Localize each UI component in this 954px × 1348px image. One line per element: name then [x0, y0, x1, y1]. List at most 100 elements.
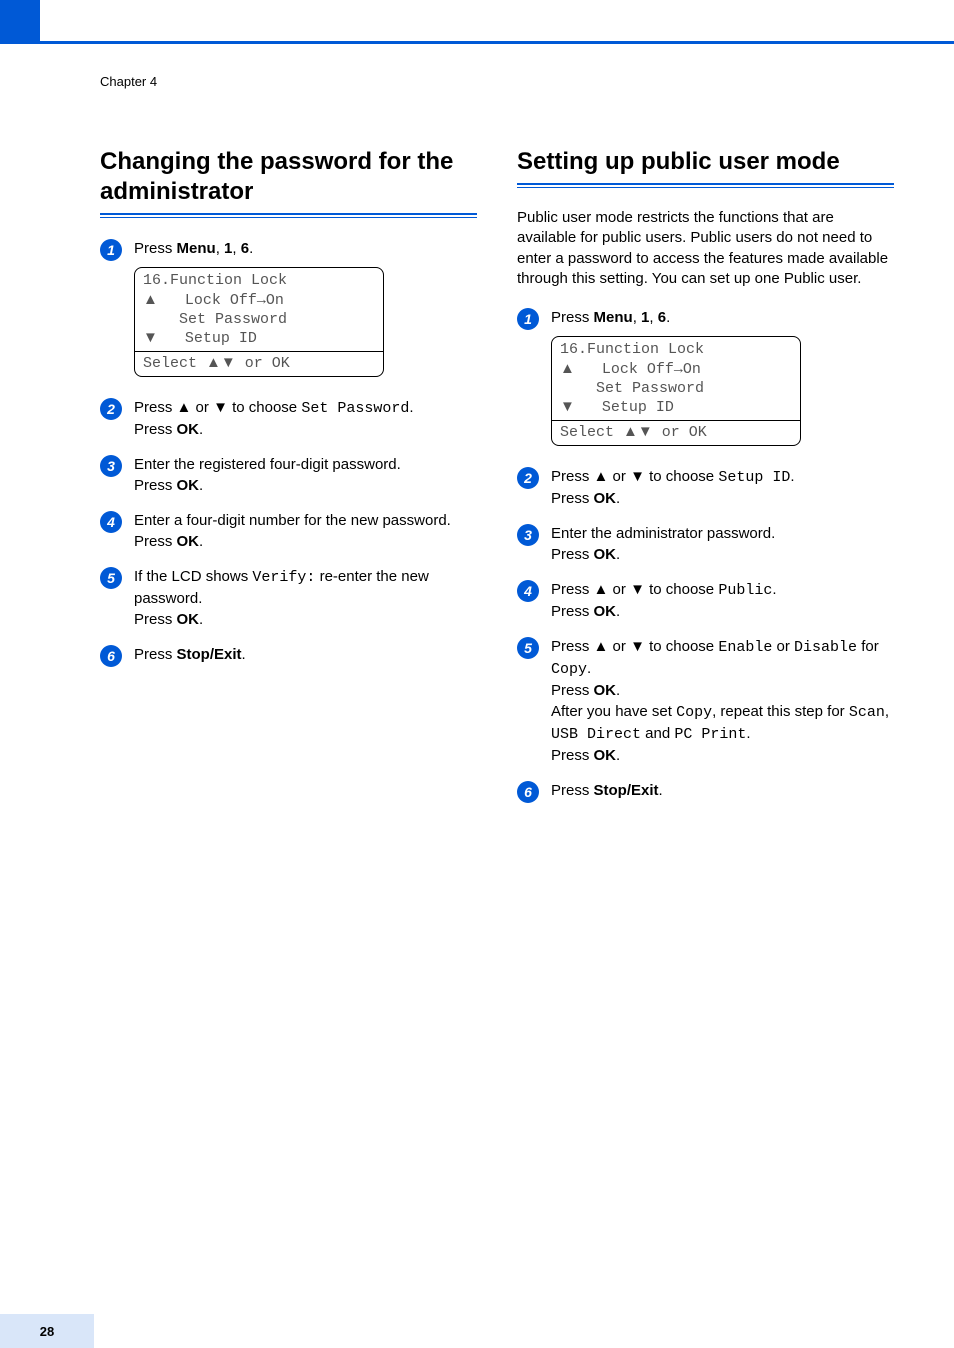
ok-key: OK — [594, 603, 617, 620]
text: Press — [134, 646, 177, 663]
text: , — [216, 240, 224, 257]
ok-key: OK — [177, 477, 200, 494]
menu-key: Menu — [177, 240, 216, 257]
text: to choose — [645, 468, 718, 485]
step-badge-1: 1 — [100, 239, 122, 261]
text: . — [199, 611, 203, 628]
stop-exit-key: Stop/Exit — [594, 782, 659, 799]
down-triangle-icon: ▼ — [143, 329, 158, 346]
text: Press — [134, 421, 177, 438]
step-5: 5 Press ▲ or ▼ to choose Enable or Disab… — [517, 636, 894, 766]
text: . — [199, 533, 203, 550]
step-2-body: Press ▲ or ▼ to choose Set Password. Pre… — [134, 397, 477, 440]
text: or — [772, 638, 794, 655]
step-2-body: Press ▲ or ▼ to choose Setup ID. Press O… — [551, 466, 894, 509]
step-4-body: Enter a four-digit number for the new pa… — [134, 510, 477, 552]
lcd-option: Setup ID — [718, 469, 790, 486]
right-column: Setting up public user mode Public user … — [517, 147, 894, 817]
svg-text:6: 6 — [524, 784, 532, 800]
step-2: 2 Press ▲ or ▼ to choose Setup ID. Press… — [517, 466, 894, 509]
step-badge-4: 4 — [100, 511, 122, 533]
down-triangle-icon: ▼ — [213, 399, 228, 416]
text: Press — [551, 603, 594, 620]
text: Select — [143, 355, 206, 372]
lcd-footer: Select ▲▼ or OK — [143, 354, 375, 376]
up-triangle-icon: ▲ — [143, 291, 158, 308]
page-number-box: 28 — [0, 1314, 94, 1348]
up-triangle-icon: ▲ — [594, 638, 609, 655]
lcd-option: PC Print — [674, 726, 746, 743]
stop-exit-key: Stop/Exit — [177, 646, 242, 663]
lcd-display: 16.Function Lock ▲ Lock Off→On Set Passw… — [134, 267, 384, 377]
title-underline — [517, 183, 894, 188]
step-badge-3: 3 — [100, 455, 122, 477]
text: Press — [551, 309, 594, 326]
lcd-line-1: 16.Function Lock — [560, 341, 792, 360]
text: to choose — [645, 638, 718, 655]
lcd-text: Verify: — [252, 569, 315, 586]
svg-text:3: 3 — [107, 458, 115, 474]
text: Press — [134, 477, 177, 494]
text: After you have set — [551, 703, 676, 720]
text: . — [659, 782, 663, 799]
text: . — [199, 477, 203, 494]
svg-text:1: 1 — [107, 242, 115, 258]
step-1-body: Press Menu, 1, 6. 16.Function Lock ▲ Loc… — [134, 238, 477, 383]
ok-key: OK — [177, 421, 200, 438]
text: Press — [551, 581, 594, 598]
ok-key: OK — [177, 611, 200, 628]
step-2: 2 Press ▲ or ▼ to choose Set Password. P… — [100, 397, 477, 440]
page-content: Chapter 4 Changing the password for the … — [40, 44, 954, 1348]
text: . — [746, 725, 750, 742]
step-6: 6 Press Stop/Exit. — [100, 644, 477, 667]
lcd-option: Copy — [551, 661, 587, 678]
svg-text:4: 4 — [523, 583, 532, 599]
text: . — [666, 309, 670, 326]
step-badge-5: 5 — [100, 567, 122, 589]
text: Setup ID — [158, 330, 257, 347]
text: Press — [551, 490, 594, 507]
svg-text:4: 4 — [106, 514, 115, 530]
key-6: 6 — [658, 309, 666, 326]
step-6-body: Press Stop/Exit. — [551, 780, 894, 801]
step-5-body: Press ▲ or ▼ to choose Enable or Disable… — [551, 636, 894, 766]
step-badge-2: 2 — [100, 398, 122, 420]
text: . — [409, 399, 413, 416]
updown-triangle-icon: ▲▼ — [206, 354, 236, 371]
ok-key: OK — [594, 747, 617, 764]
page-number: 28 — [40, 1324, 54, 1339]
text: Press — [551, 682, 594, 699]
svg-text:2: 2 — [523, 470, 532, 486]
down-triangle-icon: ▼ — [560, 398, 575, 415]
text: or — [608, 581, 630, 598]
text: . — [616, 546, 620, 563]
text: Press — [134, 240, 177, 257]
text: , — [232, 240, 240, 257]
updown-triangle-icon: ▲▼ — [623, 423, 653, 440]
two-column-layout: Changing the password for the administra… — [100, 147, 894, 817]
text: If the LCD shows — [134, 568, 252, 585]
down-triangle-icon: ▼ — [630, 468, 645, 485]
text: , — [649, 309, 657, 326]
text: Lock Off→On — [158, 292, 284, 309]
step-badge-2: 2 — [517, 467, 539, 489]
text: . — [790, 468, 794, 485]
step-6-body: Press Stop/Exit. — [134, 644, 477, 665]
text: or — [608, 468, 630, 485]
title-underline — [100, 213, 477, 218]
step-badge-6: 6 — [100, 645, 122, 667]
text: . — [616, 682, 620, 699]
ok-key: OK — [594, 682, 617, 699]
svg-text:3: 3 — [524, 527, 532, 543]
text: to choose — [645, 581, 718, 598]
svg-text:6: 6 — [107, 648, 115, 664]
text: Press — [134, 399, 177, 416]
lcd-footer: Select ▲▼ or OK — [560, 423, 792, 445]
ok-key: OK — [594, 546, 617, 563]
text: . — [772, 581, 776, 598]
step-4: 4 Enter a four-digit number for the new … — [100, 510, 477, 552]
ok-key: OK — [594, 490, 617, 507]
text: , — [633, 309, 641, 326]
lcd-option: Enable — [718, 639, 772, 656]
text: Press — [551, 747, 594, 764]
